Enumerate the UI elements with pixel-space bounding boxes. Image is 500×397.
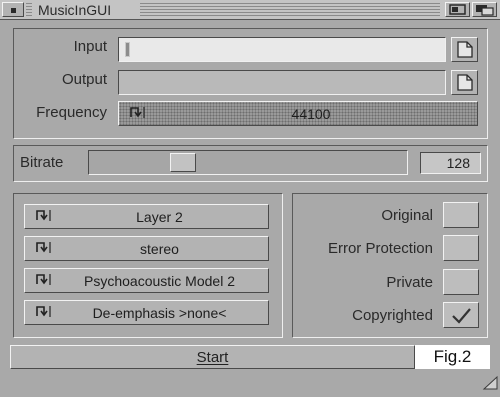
bitrate-slider-knob[interactable] (170, 153, 196, 172)
input-label: Input (73, 38, 107, 55)
title-stripes-left (26, 3, 32, 16)
zoom-gadget[interactable] (445, 2, 470, 17)
input-field[interactable] (118, 37, 446, 62)
emphasis-value: De-emphasis >none< (92, 304, 227, 321)
bitrate-label: Bitrate (20, 154, 64, 171)
input-file-button[interactable] (451, 37, 478, 62)
flag-original-label: Original (381, 207, 433, 224)
checkmark-icon (452, 308, 471, 324)
cycle-icon (130, 107, 145, 118)
frequency-value: 44100 (291, 105, 331, 122)
flag-private-label: Private (386, 274, 433, 291)
flag-private-checkbox[interactable] (443, 269, 479, 295)
title-bar[interactable]: MusicInGUI (0, 0, 500, 20)
output-field[interactable] (118, 70, 446, 95)
title-stripes-right (140, 3, 440, 16)
flag-error-protection-checkbox[interactable] (443, 235, 479, 261)
bitrate-value: 128 (446, 155, 470, 171)
zoom-icon (449, 4, 466, 15)
mode-value: stereo (140, 240, 179, 257)
flag-error-protection-label: Error Protection (327, 240, 433, 257)
cycle-icon (36, 274, 51, 285)
depth-icon (476, 5, 494, 16)
cycle-icon (36, 242, 51, 253)
close-gadget-icon (11, 8, 16, 13)
layer-value: Layer 2 (136, 208, 183, 225)
bitrate-value-box: 128 (420, 152, 481, 174)
flag-copyrighted-checkbox[interactable] (443, 302, 479, 328)
window-title: MusicInGUI (38, 2, 112, 18)
psy-model-value: Psychoacoustic Model 2 (84, 272, 235, 289)
output-label: Output (61, 71, 107, 88)
flag-original-checkbox[interactable] (443, 202, 479, 228)
mode-cycle[interactable]: stereo (24, 236, 269, 261)
output-file-button[interactable] (451, 70, 478, 95)
frequency-label: Frequency (36, 104, 107, 121)
file-requester-icon (456, 74, 473, 91)
psy-model-cycle[interactable]: Psychoacoustic Model 2 (24, 268, 269, 293)
resize-gadget[interactable] (480, 374, 500, 392)
bitrate-slider[interactable] (88, 150, 408, 175)
start-button[interactable]: Start (10, 345, 415, 369)
text-cursor (125, 42, 130, 57)
start-button-label: Start (196, 348, 229, 366)
layer-cycle[interactable]: Layer 2 (24, 204, 269, 229)
close-gadget[interactable] (2, 2, 24, 17)
resize-icon (482, 375, 498, 390)
figure-caption: Fig.2 (415, 345, 490, 369)
depth-gadget[interactable] (472, 2, 497, 17)
cycle-icon (36, 306, 51, 317)
flag-copyrighted-label: Copyrighted (352, 307, 433, 324)
file-requester-icon (456, 41, 473, 58)
emphasis-cycle[interactable]: De-emphasis >none< (24, 300, 269, 325)
cycle-icon (36, 210, 51, 221)
frequency-cycle[interactable]: 44100 (118, 101, 478, 126)
